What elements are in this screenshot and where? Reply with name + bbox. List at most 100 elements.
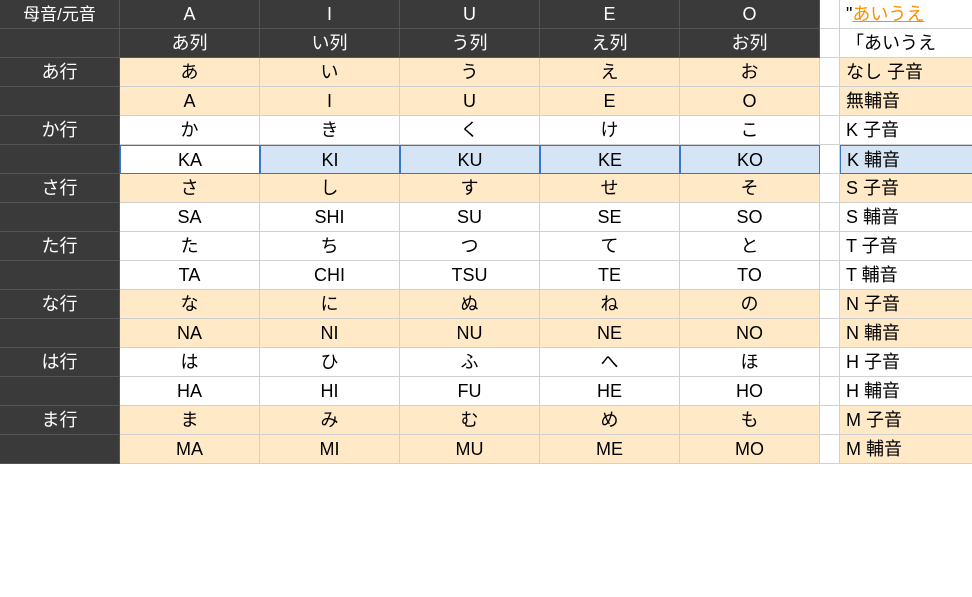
romaji-cell[interactable]: MU [400, 435, 540, 464]
kana-cell[interactable]: の [680, 290, 820, 319]
right-romaji-cell[interactable]: N 輔音 [840, 319, 972, 348]
kana-cell[interactable]: ち [260, 232, 400, 261]
row-header-blank [0, 435, 120, 464]
romaji-cell[interactable]: TE [540, 261, 680, 290]
romaji-cell[interactable]: FU [400, 377, 540, 406]
right-kana-cell[interactable]: M 子音 [840, 406, 972, 435]
right-romaji-cell[interactable]: 無輔音 [840, 87, 972, 116]
romaji-cell[interactable]: MI [260, 435, 400, 464]
kana-cell[interactable]: ぬ [400, 290, 540, 319]
right-kana-cell[interactable]: N 子音 [840, 290, 972, 319]
kana-cell[interactable]: お [680, 58, 820, 87]
romaji-cell[interactable]: TO [680, 261, 820, 290]
romaji-cell[interactable]: NI [260, 319, 400, 348]
romaji-cell[interactable]: KI [260, 145, 400, 174]
kana-cell[interactable]: く [400, 116, 540, 145]
romaji-cell[interactable]: HE [540, 377, 680, 406]
kana-cell[interactable]: へ [540, 348, 680, 377]
romaji-cell[interactable]: SHI [260, 203, 400, 232]
right-romaji-cell[interactable]: M 輔音 [840, 435, 972, 464]
corner-header: 母音/元音 [0, 0, 120, 29]
right-romaji-cell[interactable]: S 輔音 [840, 203, 972, 232]
right-romaji-cell[interactable]: H 輔音 [840, 377, 972, 406]
row-header: ま行 [0, 406, 120, 435]
romaji-cell[interactable]: O [680, 87, 820, 116]
romaji-cell[interactable]: CHI [260, 261, 400, 290]
romaji-cell[interactable]: U [400, 87, 540, 116]
romaji-cell[interactable]: NU [400, 319, 540, 348]
romaji-cell[interactable]: E [540, 87, 680, 116]
romaji-cell[interactable]: HI [260, 377, 400, 406]
kana-cell[interactable]: そ [680, 174, 820, 203]
kana-cell[interactable]: ま [120, 406, 260, 435]
kana-cell[interactable]: い [260, 58, 400, 87]
romaji-cell[interactable]: MA [120, 435, 260, 464]
kana-cell[interactable]: ほ [680, 348, 820, 377]
romaji-cell[interactable]: NA [120, 319, 260, 348]
kana-cell[interactable]: と [680, 232, 820, 261]
kana-cell[interactable]: え [540, 58, 680, 87]
right-romaji-cell[interactable]: T 輔音 [840, 261, 972, 290]
romaji-cell[interactable]: A [120, 87, 260, 116]
row-header: か行 [0, 116, 120, 145]
romaji-cell[interactable]: SO [680, 203, 820, 232]
gap-cell [820, 348, 840, 377]
kana-cell[interactable]: か [120, 116, 260, 145]
right-kana-cell[interactable]: T 子音 [840, 232, 972, 261]
romaji-cell[interactable]: KA [120, 145, 260, 174]
gap-cell [820, 145, 840, 174]
romaji-cell[interactable]: ME [540, 435, 680, 464]
romaji-cell[interactable]: NO [680, 319, 820, 348]
gap-cell [820, 406, 840, 435]
kana-cell[interactable]: て [540, 232, 680, 261]
romaji-cell[interactable]: TA [120, 261, 260, 290]
kana-cell[interactable]: に [260, 290, 400, 319]
romaji-cell[interactable]: SE [540, 203, 680, 232]
kana-cell[interactable]: は [120, 348, 260, 377]
kana-cell[interactable]: し [260, 174, 400, 203]
romaji-cell[interactable]: SU [400, 203, 540, 232]
kana-cell[interactable]: せ [540, 174, 680, 203]
romaji-cell[interactable]: NE [540, 319, 680, 348]
kana-cell[interactable]: う [400, 58, 540, 87]
kana-cell[interactable]: す [400, 174, 540, 203]
kana-cell[interactable]: な [120, 290, 260, 319]
gap-cell [820, 232, 840, 261]
kana-cell[interactable]: ふ [400, 348, 540, 377]
kana-cell[interactable]: ね [540, 290, 680, 319]
kana-cell[interactable]: き [260, 116, 400, 145]
right-kana-cell[interactable]: S 子音 [840, 174, 972, 203]
kana-cell[interactable]: こ [680, 116, 820, 145]
kana-cell[interactable]: け [540, 116, 680, 145]
romaji-cell[interactable]: HO [680, 377, 820, 406]
romaji-cell[interactable]: KE [540, 145, 680, 174]
right-kana-cell[interactable]: K 子音 [840, 116, 972, 145]
right-kana-cell[interactable]: なし 子音 [840, 58, 972, 87]
kana-cell[interactable]: む [400, 406, 540, 435]
kana-cell[interactable]: み [260, 406, 400, 435]
right-kana-cell[interactable]: H 子音 [840, 348, 972, 377]
kana-cell[interactable]: め [540, 406, 680, 435]
romaji-cell[interactable]: HA [120, 377, 260, 406]
kana-cell[interactable]: も [680, 406, 820, 435]
spreadsheet-grid[interactable]: 母音/元音AIUEO"あいうえあ列い列う列え列お列「あいうえあ行あいうえおなし … [0, 0, 972, 464]
kana-cell[interactable]: た [120, 232, 260, 261]
col-header-vowel: I [260, 0, 400, 29]
romaji-cell[interactable]: MO [680, 435, 820, 464]
romaji-cell[interactable]: KO [680, 145, 820, 174]
gap-cell [820, 58, 840, 87]
romaji-cell[interactable]: KU [400, 145, 540, 174]
kana-cell[interactable]: ひ [260, 348, 400, 377]
kana-cell[interactable]: あ [120, 58, 260, 87]
right-romaji-cell[interactable]: K 輔音 [840, 145, 972, 174]
romaji-cell[interactable]: SA [120, 203, 260, 232]
hiragana-link[interactable]: あいうえ [852, 4, 924, 24]
kana-cell[interactable]: さ [120, 174, 260, 203]
romaji-cell[interactable]: I [260, 87, 400, 116]
row-header-blank [0, 377, 120, 406]
top-right-link-cell[interactable]: "あいうえ [840, 0, 972, 29]
romaji-cell[interactable]: TSU [400, 261, 540, 290]
gap-cell [820, 377, 840, 406]
row-header-blank [0, 319, 120, 348]
kana-cell[interactable]: つ [400, 232, 540, 261]
